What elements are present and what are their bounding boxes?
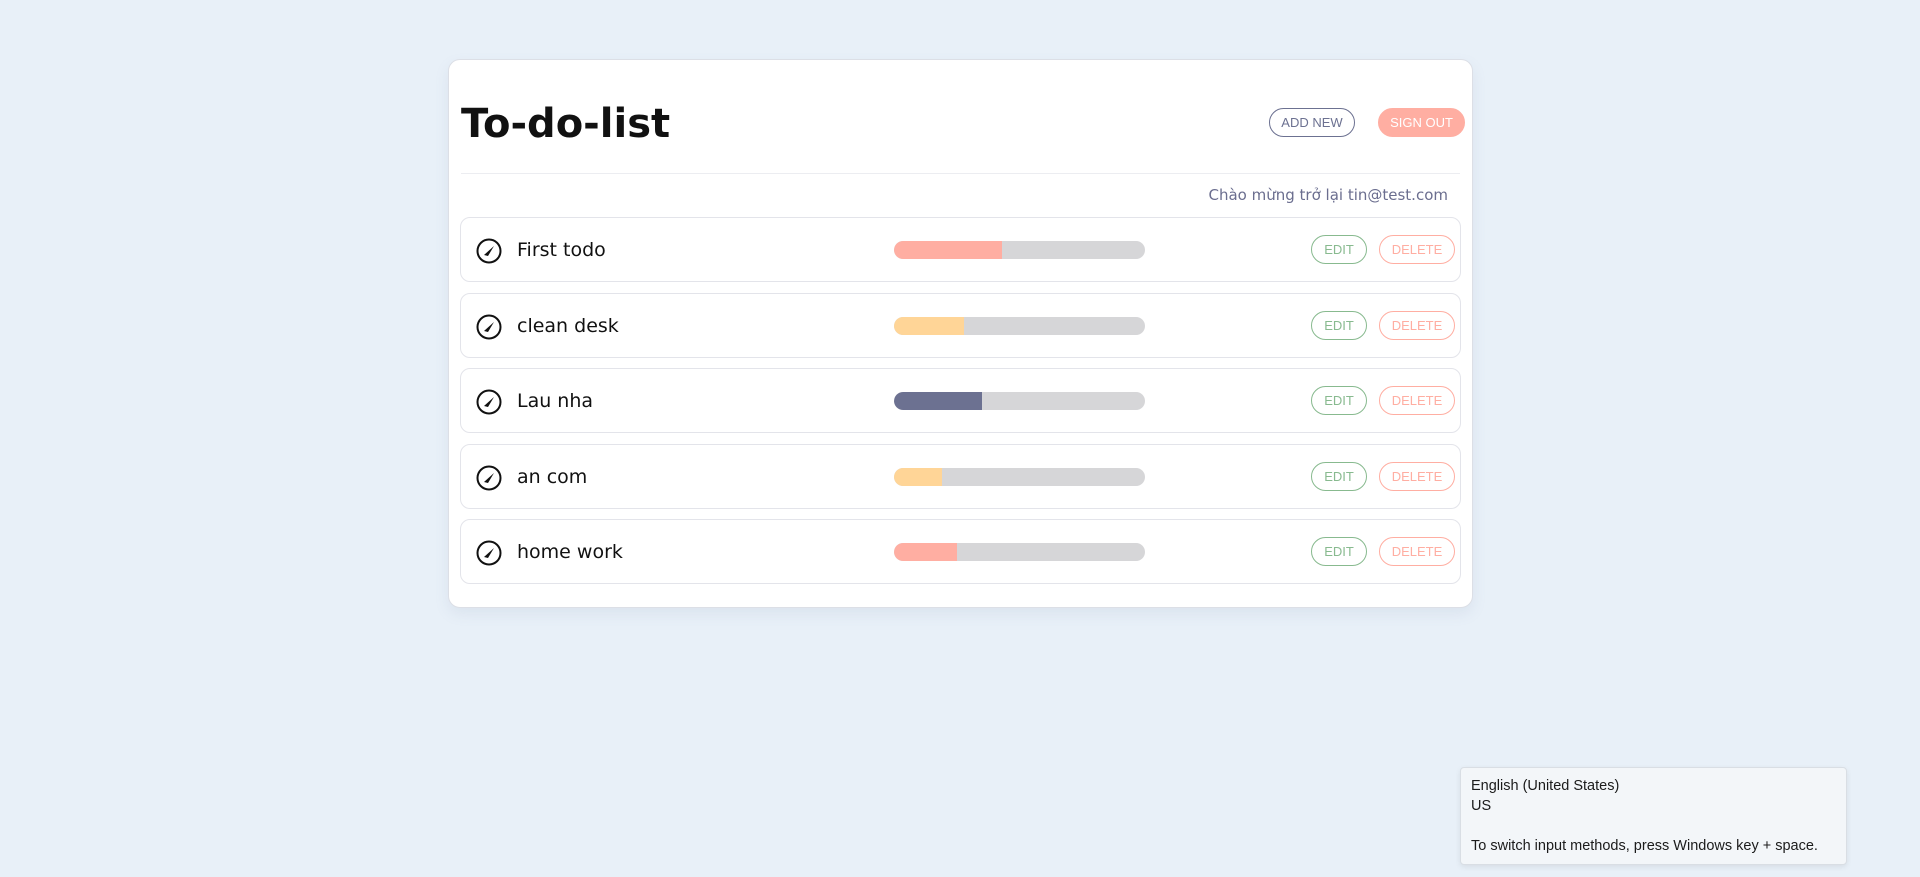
tooltip-layout: US: [1471, 798, 1492, 814]
delete-button[interactable]: DELETE: [1379, 386, 1455, 415]
todo-label: home work: [517, 541, 623, 563]
check-circle-icon[interactable]: [476, 540, 502, 566]
edit-button[interactable]: EDIT: [1311, 386, 1367, 415]
input-method-tooltip: English (United States) US To switch inp…: [1460, 767, 1847, 865]
progress-bar: [894, 392, 1145, 410]
todo-item: Lau nha EDIT DELETE: [460, 368, 1461, 433]
progress-fill: [894, 392, 982, 410]
edit-button[interactable]: EDIT: [1311, 310, 1367, 340]
add-new-button[interactable]: ADD NEW: [1269, 108, 1355, 137]
progress-fill: [894, 316, 965, 335]
edit-button[interactable]: EDIT: [1311, 235, 1367, 264]
check-circle-icon[interactable]: [476, 465, 502, 491]
progress-bar: [894, 241, 1145, 259]
todo-item: First todo EDIT DELETE: [460, 217, 1461, 282]
tooltip-hint: To switch input methods, press Windows k…: [1471, 838, 1818, 854]
todo-card: To-do-list ADD NEW SIGN OUT Chào mừng tr…: [448, 59, 1473, 608]
todo-label: an com: [517, 465, 588, 488]
page-title: To-do-list: [461, 101, 671, 147]
todo-label: clean desk: [517, 314, 619, 337]
delete-button[interactable]: DELETE: [1379, 310, 1455, 340]
delete-button[interactable]: DELETE: [1379, 235, 1455, 264]
delete-button[interactable]: DELETE: [1379, 461, 1455, 491]
todo-item: an com EDIT DELETE: [460, 443, 1461, 509]
progress-fill: [894, 241, 1002, 259]
progress-fill: [894, 467, 942, 486]
check-circle-icon[interactable]: [476, 238, 502, 264]
todo-list: First todo EDIT DELETE clean desk EDIT D…: [460, 217, 1461, 595]
delete-button[interactable]: DELETE: [1379, 537, 1455, 566]
progress-fill: [894, 543, 957, 561]
progress-bar: [894, 543, 1145, 561]
sign-out-button[interactable]: SIGN OUT: [1378, 108, 1465, 137]
progress-bar: [894, 316, 1145, 335]
tooltip-language: English (United States): [1471, 778, 1620, 794]
edit-button[interactable]: EDIT: [1311, 461, 1367, 491]
check-circle-icon[interactable]: [476, 389, 502, 415]
welcome-message: Chào mừng trở lại tin@test.com: [1208, 186, 1449, 204]
todo-label: First todo: [517, 239, 606, 261]
todo-item: clean desk EDIT DELETE: [460, 292, 1461, 358]
progress-bar: [894, 467, 1145, 486]
todo-item: home work EDIT DELETE: [460, 519, 1461, 584]
todo-label: Lau nha: [517, 390, 594, 412]
edit-button[interactable]: EDIT: [1311, 537, 1367, 566]
check-circle-icon[interactable]: [476, 314, 502, 340]
header: To-do-list ADD NEW SIGN OUT: [461, 60, 1465, 174]
